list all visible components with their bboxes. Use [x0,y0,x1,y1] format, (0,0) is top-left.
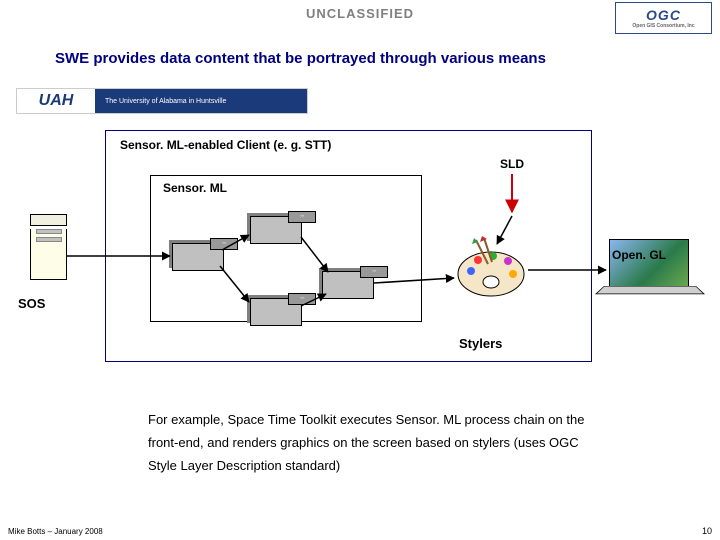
process-node-2: ▫▫▫▫ [250,216,302,244]
stylers-label: Stylers [459,336,502,351]
process-tag-icon: ▫▫▫▫ [360,266,388,278]
process-tag-icon: ▫▫▫▫ [288,293,316,305]
opengl-label: Open. GL [612,248,666,262]
process-tag-icon: ▫▫▫▫ [288,211,316,223]
process-node-1: ▫▫▫▫ [172,243,224,271]
sos-server-icon [30,214,65,276]
laptop-base [595,286,705,294]
ogc-logo-subtext: Open GIS Consortium, Inc [632,23,694,29]
page-title: SWE provides data content that be portra… [55,50,665,67]
ogc-logo-text: OGC [646,7,681,23]
footer-author: Mike Botts – January 2008 [8,527,103,536]
sld-label: SLD [500,157,524,171]
laptop-screen [609,239,689,287]
process-tag-icon: ▫▫▫▫ [210,238,238,250]
classification-label: UNCLASSIFIED [0,6,720,21]
process-node-3: ▫▫▫▫ [322,271,374,299]
uah-banner: UAH The University of Alabama in Huntsvi… [16,88,308,114]
uah-text: The University of Alabama in Huntsville [95,98,307,105]
body-paragraph: For example, Space Time Toolkit executes… [148,408,588,477]
footer-page-number: 10 [702,526,712,536]
ogc-logo: OGC Open GIS Consortium, Inc [615,2,712,34]
client-box-label: Sensor. ML-enabled Client (e. g. STT) [120,138,331,152]
uah-logo: UAH [17,89,95,113]
sensorml-label: Sensor. ML [163,181,227,195]
sos-label: SOS [18,296,45,311]
stylers-palette-icon [456,246,526,298]
process-node-4: ▫▫▫▫ [250,298,302,326]
